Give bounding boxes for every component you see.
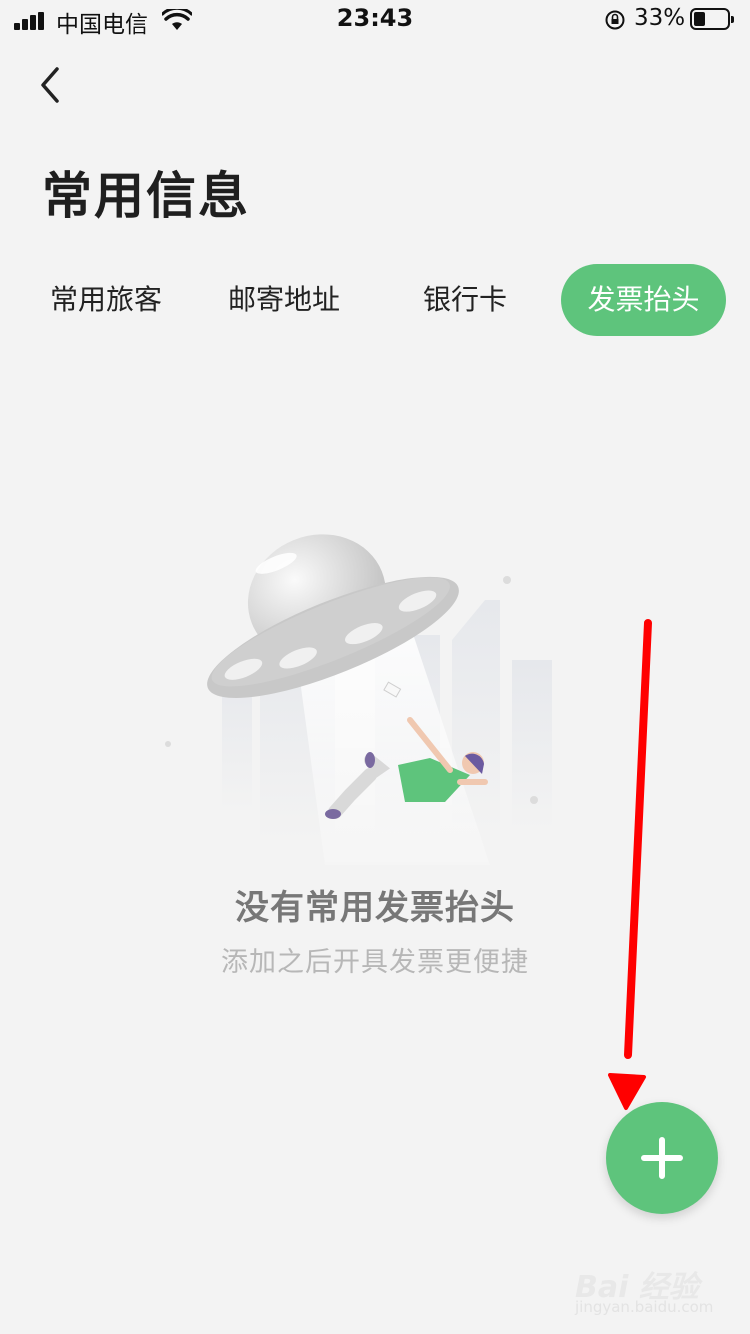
- tab-label: 常用旅客: [49, 283, 162, 316]
- tab-bank-card[interactable]: 银行卡: [405, 264, 525, 336]
- tab-frequent-travelers[interactable]: 常用旅客: [38, 264, 174, 336]
- tab-invoice-title[interactable]: 发票抬头: [561, 264, 726, 336]
- tab-mailing-address[interactable]: 邮寄地址: [216, 264, 352, 336]
- tab-label: 银行卡: [422, 283, 507, 316]
- battery-percent: 33%: [634, 5, 686, 31]
- empty-state-illustration: [165, 534, 552, 865]
- baidu-watermark: Bai 经验 jingyan.baidu.com: [575, 1262, 745, 1322]
- back-button[interactable]: [30, 60, 70, 110]
- battery-icon: [690, 8, 734, 30]
- tab-bar: 常用旅客 邮寄地址 银行卡 发票抬头: [0, 264, 750, 336]
- chevron-left-icon: [41, 67, 59, 103]
- plus-icon: [641, 1137, 683, 1179]
- tab-label: 邮寄地址: [227, 283, 340, 316]
- watermark-url: jingyan.baidu.com: [575, 1298, 714, 1316]
- battery-level: [694, 12, 705, 26]
- page-title: 常用信息: [42, 167, 250, 225]
- annotation-arrow: [608, 619, 652, 1110]
- tab-label: 发票抬头: [587, 283, 700, 316]
- add-invoice-title-button[interactable]: [606, 1102, 718, 1214]
- rotation-lock-icon: [605, 10, 625, 30]
- status-bar: 中国电信 23:43 33%: [0, 0, 750, 40]
